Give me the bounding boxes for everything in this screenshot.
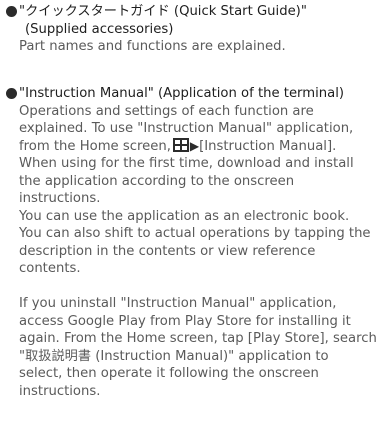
heading-text: "クイックスタートガイド (Quick Start Guide)" [19,4,307,19]
section-heading: "クイックスタートガイド (Quick Start Guide)" (Suppl… [6,3,378,38]
body-line: If you uninstall "Instruction Manual" ap… [19,296,337,311]
bullet-icon [6,88,17,99]
body-line: description in the contents or view refe… [19,243,316,259]
body-line: You can also shift to actual operations … [19,226,371,241]
body-line: "取扱説明書 (Instruction Manual)" application… [19,348,329,364]
manual-page: "クイックスタートガイド (Quick Start Guide)" (Suppl… [0,0,381,446]
section-body: Operations and settings of each function… [6,103,378,401]
body-line: Operations and settings of each function… [19,103,314,119]
body-line: from the Home screen, ▶[Instruction Manua… [19,137,378,156]
body-line: Part names and functions are explained. [19,39,286,54]
body-line: explained. To use "Instruction Manual" a… [19,121,354,136]
paragraph: If you uninstall "Instruction Manual" ap… [19,295,378,400]
body-line: contents. [19,261,81,276]
body-line: You can use the application as an electr… [19,208,350,224]
body-line: instructions. [19,191,101,206]
body-line: instructions. [19,383,101,399]
triangle-right-icon: ▶ [189,138,200,153]
body-text-fragment: from the Home screen, [19,138,171,154]
quick-start-guide-section: "クイックスタートガイド (Quick Start Guide)" (Suppl… [6,3,378,56]
body-line: When using for the first time, download … [19,156,354,171]
body-line: access Google Play from Play Store for i… [19,313,351,329]
apps-grid-icon [172,137,189,152]
body-line: again. From the Home screen, tap [Play S… [19,331,377,346]
instruction-manual-section: "Instruction Manual" (Application of the… [6,85,378,400]
paragraph: Operations and settings of each function… [19,103,378,278]
body-text-fragment: [Instruction Manual]. [199,138,337,154]
section-heading: "Instruction Manual" (Application of the… [6,85,378,103]
bullet-icon [6,6,17,17]
section-body: Part names and functions are explained. [6,38,378,56]
heading-text: "Instruction Manual" (Application of the… [19,86,345,101]
body-line: select, then operate it following the on… [19,366,319,381]
heading-subtext: (Supplied accessories) [25,21,174,37]
body-line: the application according to the onscree… [19,173,295,189]
